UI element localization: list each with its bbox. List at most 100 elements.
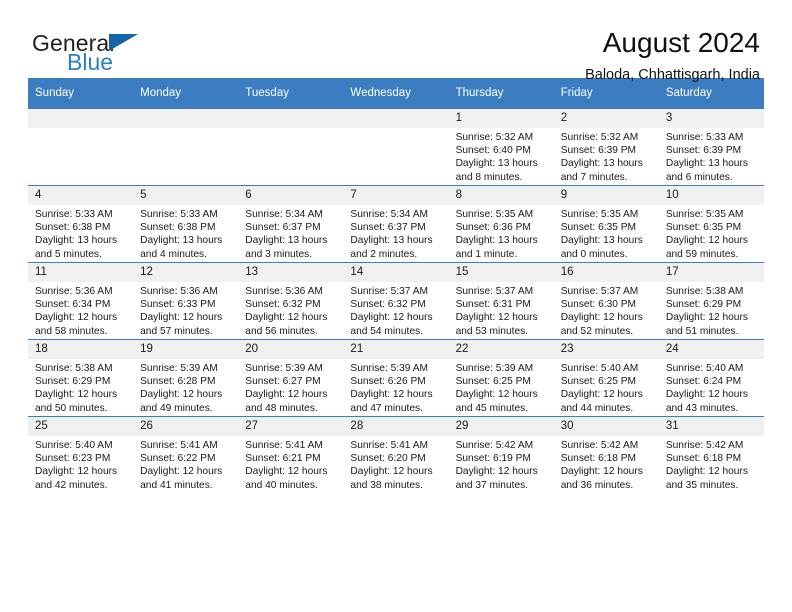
day-details: Sunrise: 5:38 AM Sunset: 6:29 PM Daylight:… [28, 359, 133, 415]
calendar-day-cell[interactable]: 9 Sunrise: 5:35 AM Sunset: 6:35 PM Daylight… [553, 185, 659, 263]
day-details: Sunrise: 5:42 AM Sunset: 6:18 PM Daylight:… [554, 436, 659, 492]
daylight-text-line1: Daylight: 12 hours [455, 389, 538, 401]
sunset-text: Sunset: 6:30 PM [560, 299, 637, 311]
calendar-day-cell[interactable]: 22 Sunrise: 5:39 AM Sunset: 6:25 PM Dayligh… [448, 339, 554, 417]
daylight-text-line1: Daylight: 12 hours [35, 389, 118, 401]
calendar-day-cell[interactable]: 30 Sunrise: 5:42 AM Sunset: 6:18 PM Dayligh… [553, 416, 659, 493]
calendar-day-cell[interactable]: 19 Sunrise: 5:39 AM Sunset: 6:28 PM Dayligh… [133, 339, 239, 417]
calendar-week-row: 25 Sunrise: 5:40 AM Sunset: 6:23 PM Dayligh… [28, 416, 764, 493]
daylight-text-line2: and 53 minutes. [455, 325, 529, 337]
sunrise-text: Sunrise: 5:34 AM [350, 209, 429, 220]
daylight-text-line2: and 47 minutes. [350, 402, 423, 414]
day-number: 4 [28, 186, 134, 205]
calendar-day-cell-empty [343, 108, 449, 186]
calendar-day-cell[interactable]: 27 Sunrise: 5:41 AM Sunset: 6:21 PM Dayligh… [238, 416, 344, 493]
daylight-text-line1: Daylight: 12 hours [560, 389, 643, 401]
day-details: Sunrise: 5:40 AM Sunset: 6:24 PM Daylight:… [659, 359, 764, 415]
daylight-text-line2: and 0 minutes. [560, 248, 628, 260]
daylight-text-line2: and 5 minutes. [35, 248, 102, 260]
sunrise-text: Sunrise: 5:39 AM [455, 363, 534, 374]
calendar-day-cell[interactable]: 14 Sunrise: 5:37 AM Sunset: 6:32 PM Dayligh… [343, 262, 449, 340]
calendar-day-cell[interactable]: 26 Sunrise: 5:41 AM Sunset: 6:22 PM Dayligh… [133, 416, 239, 493]
daylight-text-line2: and 54 minutes. [350, 325, 423, 337]
daylight-text-line2: and 45 minutes. [455, 402, 529, 414]
daylight-text-line2: and 43 minutes. [665, 402, 739, 414]
daylight-text-line1: Daylight: 12 hours [455, 466, 538, 478]
calendar-day-cell[interactable]: 25 Sunrise: 5:40 AM Sunset: 6:23 PM Dayligh… [28, 416, 134, 493]
sunrise-text: Sunrise: 5:33 AM [140, 209, 218, 220]
calendar-day-cell[interactable]: 16 Sunrise: 5:37 AM Sunset: 6:30 PM Dayligh… [553, 262, 659, 340]
day-number: 30 [553, 417, 659, 436]
calendar-day-cell[interactable]: 28 Sunrise: 5:41 AM Sunset: 6:20 PM Dayligh… [343, 416, 449, 493]
sunset-text: Sunset: 6:20 PM [350, 453, 426, 465]
calendar-day-cell[interactable]: 17 Sunrise: 5:38 AM Sunset: 6:29 PM Dayligh… [658, 262, 764, 340]
daylight-text-line1: Daylight: 12 hours [140, 389, 223, 401]
day-details: Sunrise: 5:35 AM Sunset: 6:35 PM Daylight:… [554, 205, 659, 261]
sunrise-text: Sunrise: 5:36 AM [140, 286, 218, 297]
day-number: 7 [343, 186, 449, 205]
daylight-text-line1: Daylight: 12 hours [350, 466, 433, 478]
sunrise-text: Sunrise: 5:41 AM [140, 440, 218, 451]
day-details: Sunrise: 5:34 AM Sunset: 6:37 PM Daylight:… [343, 205, 448, 261]
daylight-text-line1: Daylight: 13 hours [560, 235, 643, 247]
day-number: 25 [28, 417, 134, 436]
sunset-text: Sunset: 6:37 PM [245, 222, 321, 234]
calendar-body: 1 Sunrise: 5:32 AM Sunset: 6:40 PM Daylight… [28, 108, 764, 493]
daylight-text-line1: Daylight: 12 hours [560, 466, 643, 478]
daylight-text-line1: Daylight: 12 hours [35, 466, 118, 478]
day-details: Sunrise: 5:37 AM Sunset: 6:32 PM Daylight:… [343, 282, 448, 338]
calendar-day-cell[interactable]: 18 Sunrise: 5:38 AM Sunset: 6:29 PM Dayligh… [28, 339, 134, 417]
calendar-day-cell[interactable]: 10 Sunrise: 5:35 AM Sunset: 6:35 PM Dayligh… [658, 185, 764, 263]
calendar-day-cell[interactable]: 13 Sunrise: 5:36 AM Sunset: 6:32 PM Dayligh… [238, 262, 344, 340]
general-blue-logo[interactable]: General Blue [32, 30, 232, 76]
calendar-day-cell-empty [133, 108, 239, 186]
calendar-day-cell[interactable]: 4 Sunrise: 5:33 AM Sunset: 6:38 PM Daylight… [28, 185, 134, 263]
sunset-text: Sunset: 6:21 PM [245, 453, 321, 465]
day-number [133, 109, 239, 128]
daylight-text-line2: and 38 minutes. [350, 479, 423, 491]
daylight-text-line2: and 40 minutes. [245, 479, 318, 491]
calendar-day-cell[interactable]: 8 Sunrise: 5:35 AM Sunset: 6:36 PM Daylight… [448, 185, 554, 263]
daylight-text-line1: Daylight: 12 hours [350, 389, 433, 401]
day-number: 10 [658, 186, 764, 205]
page-title: August 2024 [602, 27, 760, 58]
sunrise-text: Sunrise: 5:39 AM [140, 363, 218, 374]
sunrise-text: Sunrise: 5:41 AM [245, 440, 323, 451]
sunrise-text: Sunrise: 5:35 AM [665, 209, 744, 220]
calendar-day-cell[interactable]: 6 Sunrise: 5:34 AM Sunset: 6:37 PM Daylight… [238, 185, 344, 263]
calendar-day-cell[interactable]: 31 Sunrise: 5:42 AM Sunset: 6:18 PM Dayligh… [658, 416, 764, 493]
calendar-day-cell[interactable]: 1 Sunrise: 5:32 AM Sunset: 6:40 PM Daylight… [448, 108, 554, 186]
calendar-day-cell[interactable]: 12 Sunrise: 5:36 AM Sunset: 6:33 PM Dayligh… [133, 262, 239, 340]
daylight-text-line2: and 49 minutes. [140, 402, 213, 414]
calendar-day-cell[interactable]: 7 Sunrise: 5:34 AM Sunset: 6:37 PM Daylight… [343, 185, 449, 263]
calendar-day-cell[interactable]: 11 Sunrise: 5:36 AM Sunset: 6:34 PM Dayligh… [28, 262, 134, 340]
calendar-day-cell[interactable]: 2 Sunrise: 5:32 AM Sunset: 6:39 PM Daylight… [553, 108, 659, 186]
sunrise-text: Sunrise: 5:35 AM [455, 209, 534, 220]
daylight-text-line2: and 44 minutes. [560, 402, 634, 414]
calendar-day-cell[interactable]: 20 Sunrise: 5:39 AM Sunset: 6:27 PM Dayligh… [238, 339, 344, 417]
day-details: Sunrise: 5:40 AM Sunset: 6:23 PM Daylight:… [28, 436, 133, 492]
daylight-text-line2: and 4 minutes. [140, 248, 207, 260]
weekday-header-sunday: Sunday [28, 78, 134, 109]
day-number: 20 [238, 340, 344, 359]
calendar-day-cell[interactable]: 24 Sunrise: 5:40 AM Sunset: 6:24 PM Dayligh… [658, 339, 764, 417]
sunset-text: Sunset: 6:39 PM [560, 145, 637, 157]
day-details: Sunrise: 5:39 AM Sunset: 6:28 PM Daylight:… [133, 359, 238, 415]
sunset-text: Sunset: 6:23 PM [35, 453, 111, 465]
sunset-text: Sunset: 6:36 PM [455, 222, 531, 234]
day-details: Sunrise: 5:32 AM Sunset: 6:40 PM Daylight:… [449, 128, 554, 184]
calendar-day-cell[interactable]: 21 Sunrise: 5:39 AM Sunset: 6:26 PM Dayligh… [343, 339, 449, 417]
sunset-text: Sunset: 6:22 PM [140, 453, 216, 465]
calendar-day-cell[interactable]: 23 Sunrise: 5:40 AM Sunset: 6:25 PM Dayligh… [553, 339, 659, 417]
weekday-header-thursday: Thursday [448, 78, 554, 109]
calendar-week-row: 4 Sunrise: 5:33 AM Sunset: 6:38 PM Daylight… [28, 185, 764, 263]
daylight-text-line1: Daylight: 13 hours [35, 235, 118, 247]
calendar-day-cell[interactable]: 29 Sunrise: 5:42 AM Sunset: 6:19 PM Dayligh… [448, 416, 554, 493]
day-number: 28 [343, 417, 449, 436]
calendar-day-cell[interactable]: 15 Sunrise: 5:37 AM Sunset: 6:31 PM Dayligh… [448, 262, 554, 340]
day-number: 9 [553, 186, 659, 205]
calendar-day-cell[interactable]: 5 Sunrise: 5:33 AM Sunset: 6:38 PM Daylight… [133, 185, 239, 263]
sunrise-text: Sunrise: 5:42 AM [560, 440, 639, 451]
calendar-day-cell[interactable]: 3 Sunrise: 5:33 AM Sunset: 6:39 PM Daylight… [658, 108, 764, 186]
day-details: Sunrise: 5:41 AM Sunset: 6:22 PM Daylight:… [133, 436, 238, 492]
